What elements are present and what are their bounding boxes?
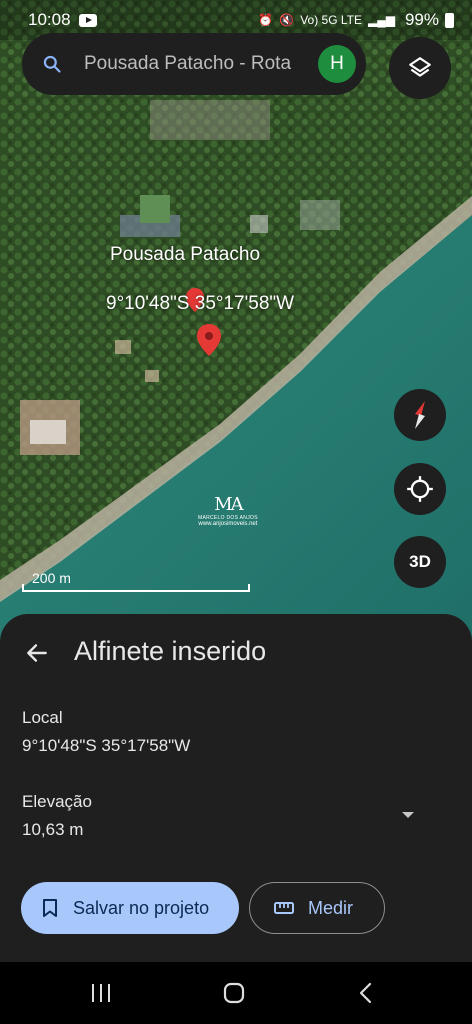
my-location-icon xyxy=(407,476,433,502)
pin-details-sheet[interactable]: Alfinete inserido Local 9°10'48"S 35°17'… xyxy=(0,614,472,962)
back-arrow-icon[interactable] xyxy=(24,640,50,666)
ruler-icon xyxy=(274,902,294,914)
save-to-project-button[interactable]: Salvar no projeto xyxy=(21,882,239,934)
search-icon xyxy=(43,55,61,73)
search-input[interactable]: Pousada Patacho - Rota xyxy=(84,53,306,75)
3d-toggle-button[interactable]: 3D xyxy=(394,536,446,588)
scale-line xyxy=(22,584,250,592)
bookmark-icon xyxy=(43,899,57,917)
status-indicators: ⏰ 🔇 Vo) 5G LTE ▂▄▆ 99% xyxy=(258,10,454,30)
system-navigation-bar xyxy=(0,962,472,1024)
watermark-url: www.anjosimoveis.net xyxy=(198,521,258,527)
back-icon[interactable] xyxy=(356,981,376,1005)
my-location-button[interactable] xyxy=(394,463,446,515)
save-to-project-label: Salvar no projeto xyxy=(73,897,210,918)
avatar[interactable]: H xyxy=(318,45,356,83)
layers-icon xyxy=(409,57,431,77)
home-icon[interactable] xyxy=(222,981,246,1005)
dropped-pin-icon[interactable] xyxy=(197,322,221,358)
local-label: Local xyxy=(22,708,63,727)
watermark-logo: MA xyxy=(214,494,243,515)
battery-percent: 99% xyxy=(404,10,439,29)
compass-icon xyxy=(415,401,425,429)
status-time: 10:08 xyxy=(28,10,71,29)
recent-apps-icon[interactable] xyxy=(90,981,112,1005)
local-value: 9°10'48"S 35°17'58"W xyxy=(22,736,191,755)
pin-coordinates-label: 9°10'48"S 35°17'58"W xyxy=(106,293,295,314)
elevation-value: 10,63 m xyxy=(22,820,84,839)
battery-icon xyxy=(445,12,454,28)
status-bar: 10:08 ⏰ 🔇 Vo) 5G LTE ▂▄▆ 99% xyxy=(0,0,472,40)
youtube-notification-icon xyxy=(78,13,97,27)
place-name-label[interactable]: Pousada Patacho xyxy=(110,244,260,266)
mute-icon: 🔇 xyxy=(279,13,295,27)
measure-button[interactable]: Medir xyxy=(249,882,385,934)
signal-icon: ▂▄▆ xyxy=(368,13,395,27)
measure-label: Medir xyxy=(308,897,354,918)
search-bar[interactable]: Pousada Patacho - Rota H xyxy=(22,33,366,95)
watermark: MA MARCELO DOS ANJOS www.anjosimoveis.ne… xyxy=(198,494,258,527)
sheet-title: Alfinete inserido xyxy=(74,636,267,666)
network-indicators: Vo) 5G LTE xyxy=(300,13,362,27)
scale-bar: 200 m xyxy=(22,570,252,592)
compass-button[interactable] xyxy=(394,389,446,441)
layers-button[interactable] xyxy=(389,37,451,99)
alarm-icon: ⏰ xyxy=(258,13,274,27)
chevron-down-icon[interactable] xyxy=(402,812,414,818)
elevation-label: Elevação xyxy=(22,792,92,811)
